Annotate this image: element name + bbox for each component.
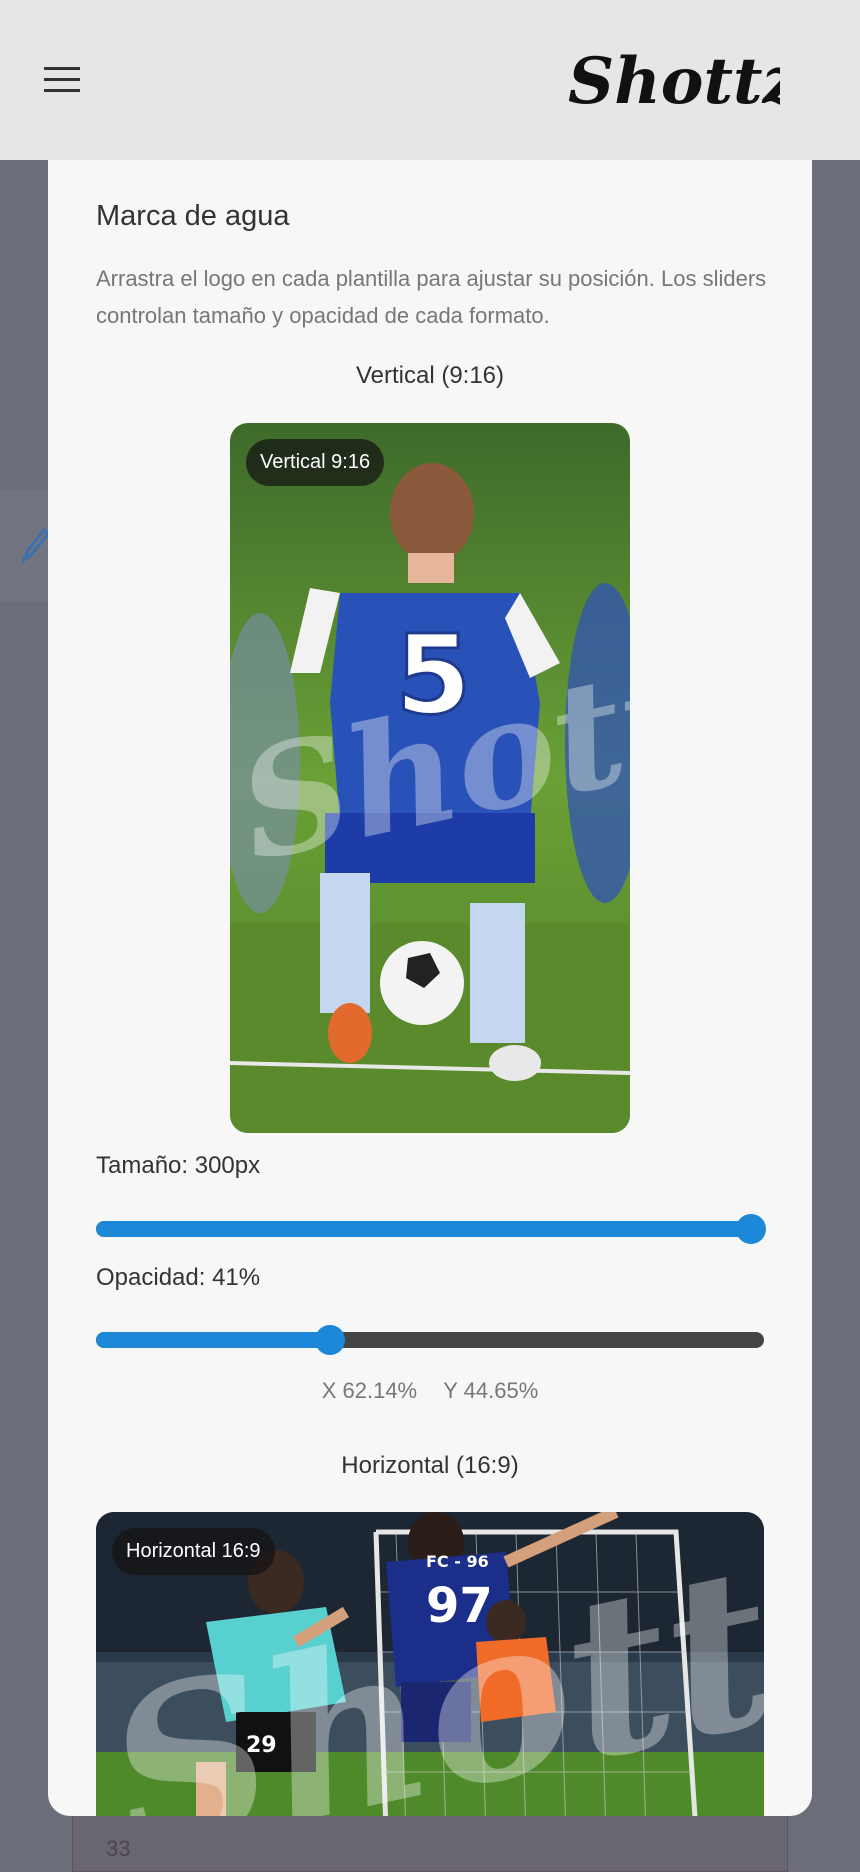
opacity-slider[interactable] xyxy=(96,1325,764,1355)
modal-description: Arrastra el logo en cada plantilla para … xyxy=(96,266,767,328)
top-header: Shottz xyxy=(0,0,860,160)
coord-y: Y 44.65% xyxy=(443,1378,539,1403)
svg-text:FC - 96: FC - 96 xyxy=(426,1552,489,1571)
vertical-photo: 5 Shottz xyxy=(230,423,630,1133)
coord-x: X 62.14% xyxy=(321,1378,418,1403)
horizontal-section-label: Horizontal (16:9) xyxy=(341,1452,519,1479)
shottz-logo[interactable]: Shottz xyxy=(560,18,780,138)
vertical-section-label: Vertical (9:16) xyxy=(355,362,505,389)
pencil-icon xyxy=(20,527,50,564)
modal-title: Marca de agua xyxy=(96,200,290,232)
watermark-coordinates: X 62.14% Y 44.65% xyxy=(96,1378,764,1404)
horizontal-template-preview[interactable]: 29 97 FC - 96 Shottz Horizontal 16:9 xyxy=(96,1512,764,1816)
background-row xyxy=(72,1812,788,1872)
svg-text:Shottz: Shottz xyxy=(568,44,780,119)
watermark-modal: Marca de agua Arrastra el logo en cada p… xyxy=(48,100,812,1816)
vertical-template-preview[interactable]: 5 Shottz Vertical 9:16 xyxy=(230,423,630,1133)
vertical-format-badge: Vertical 9:16 xyxy=(246,439,385,486)
opacity-slider-fill xyxy=(96,1332,330,1348)
opacity-label: Opacidad: 41% xyxy=(96,1264,261,1291)
size-label: Tamaño: 300px xyxy=(96,1152,261,1179)
size-slider-thumb[interactable] xyxy=(735,1214,766,1244)
hamburger-menu-icon[interactable] xyxy=(44,64,84,94)
size-slider-fill xyxy=(96,1221,751,1237)
horizontal-format-badge: Horizontal 16:9 xyxy=(112,1528,275,1575)
opacity-slider-thumb[interactable] xyxy=(314,1325,345,1355)
background-number: 33 xyxy=(106,1836,131,1861)
size-slider[interactable] xyxy=(96,1214,766,1244)
